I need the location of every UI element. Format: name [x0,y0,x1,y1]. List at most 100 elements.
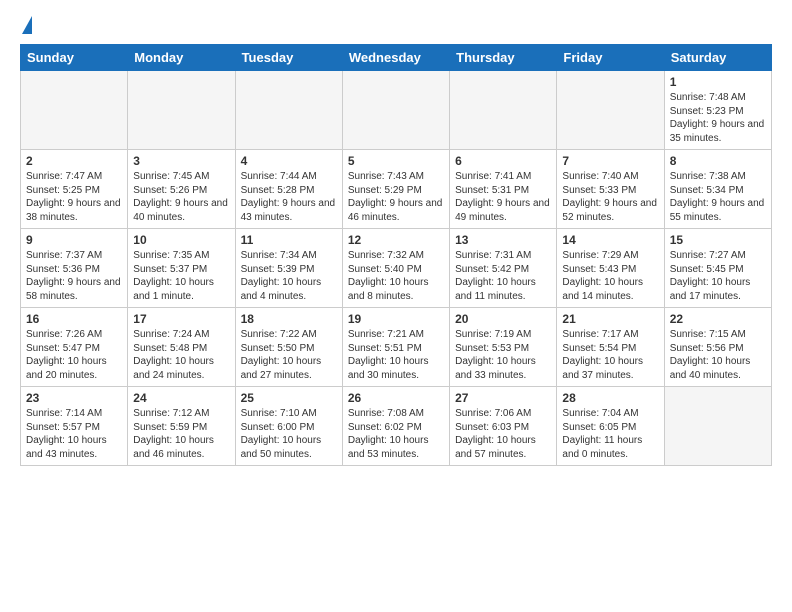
weekday-header-wednesday: Wednesday [342,45,449,71]
day-number: 10 [133,233,229,247]
calendar-cell: 19 Sunrise: 7:21 AM Sunset: 5:51 PM Dayli… [342,308,449,387]
calendar-cell [557,71,664,150]
day-info: Sunrise: 7:08 AM Sunset: 6:02 PM Dayligh… [348,407,444,461]
calendar-cell: 6 Sunrise: 7:41 AM Sunset: 5:31 PM Daylig… [450,150,557,229]
day-info: Sunrise: 7:19 AM Sunset: 5:53 PM Dayligh… [455,328,551,382]
day-info: Sunrise: 7:10 AM Sunset: 6:00 PM Dayligh… [241,407,337,461]
calendar-cell: 16 Sunrise: 7:26 AM Sunset: 5:47 PM Dayli… [21,308,128,387]
day-number: 22 [670,312,766,326]
day-number: 12 [348,233,444,247]
weekday-header-friday: Friday [557,45,664,71]
calendar-cell: 1 Sunrise: 7:48 AM Sunset: 5:23 PM Daylig… [664,71,771,150]
day-number: 25 [241,391,337,405]
day-info: Sunrise: 7:31 AM Sunset: 5:42 PM Dayligh… [455,249,551,303]
day-info: Sunrise: 7:37 AM Sunset: 5:36 PM Dayligh… [26,249,122,303]
calendar-cell: 23 Sunrise: 7:14 AM Sunset: 5:57 PM Dayli… [21,387,128,466]
calendar-cell: 28 Sunrise: 7:04 AM Sunset: 6:05 PM Dayli… [557,387,664,466]
day-info: Sunrise: 7:41 AM Sunset: 5:31 PM Dayligh… [455,170,551,224]
day-info: Sunrise: 7:32 AM Sunset: 5:40 PM Dayligh… [348,249,444,303]
calendar-cell: 3 Sunrise: 7:45 AM Sunset: 5:26 PM Daylig… [128,150,235,229]
logo-triangle-icon [22,16,32,34]
weekday-header-monday: Monday [128,45,235,71]
weekday-header-row: SundayMondayTuesdayWednesdayThursdayFrid… [21,45,772,71]
calendar-cell: 2 Sunrise: 7:47 AM Sunset: 5:25 PM Daylig… [21,150,128,229]
day-number: 28 [562,391,658,405]
day-number: 6 [455,154,551,168]
day-info: Sunrise: 7:22 AM Sunset: 5:50 PM Dayligh… [241,328,337,382]
day-number: 7 [562,154,658,168]
calendar-cell: 15 Sunrise: 7:27 AM Sunset: 5:45 PM Dayli… [664,229,771,308]
day-info: Sunrise: 7:06 AM Sunset: 6:03 PM Dayligh… [455,407,551,461]
day-number: 26 [348,391,444,405]
calendar-cell: 12 Sunrise: 7:32 AM Sunset: 5:40 PM Dayli… [342,229,449,308]
day-info: Sunrise: 7:47 AM Sunset: 5:25 PM Dayligh… [26,170,122,224]
day-info: Sunrise: 7:34 AM Sunset: 5:39 PM Dayligh… [241,249,337,303]
calendar-cell: 17 Sunrise: 7:24 AM Sunset: 5:48 PM Dayli… [128,308,235,387]
day-info: Sunrise: 7:21 AM Sunset: 5:51 PM Dayligh… [348,328,444,382]
day-info: Sunrise: 7:17 AM Sunset: 5:54 PM Dayligh… [562,328,658,382]
calendar-cell: 5 Sunrise: 7:43 AM Sunset: 5:29 PM Daylig… [342,150,449,229]
weekday-header-sunday: Sunday [21,45,128,71]
day-info: Sunrise: 7:43 AM Sunset: 5:29 PM Dayligh… [348,170,444,224]
weekday-header-saturday: Saturday [664,45,771,71]
day-number: 2 [26,154,122,168]
calendar-cell [450,71,557,150]
day-info: Sunrise: 7:44 AM Sunset: 5:28 PM Dayligh… [241,170,337,224]
calendar-cell: 14 Sunrise: 7:29 AM Sunset: 5:43 PM Dayli… [557,229,664,308]
day-number: 21 [562,312,658,326]
calendar-cell [128,71,235,150]
calendar-cell: 26 Sunrise: 7:08 AM Sunset: 6:02 PM Dayli… [342,387,449,466]
day-number: 13 [455,233,551,247]
calendar-week-row-2: 2 Sunrise: 7:47 AM Sunset: 5:25 PM Daylig… [21,150,772,229]
day-number: 15 [670,233,766,247]
day-number: 19 [348,312,444,326]
day-number: 14 [562,233,658,247]
calendar-week-row-4: 16 Sunrise: 7:26 AM Sunset: 5:47 PM Dayli… [21,308,772,387]
calendar-week-row-3: 9 Sunrise: 7:37 AM Sunset: 5:36 PM Daylig… [21,229,772,308]
day-info: Sunrise: 7:29 AM Sunset: 5:43 PM Dayligh… [562,249,658,303]
day-info: Sunrise: 7:35 AM Sunset: 5:37 PM Dayligh… [133,249,229,303]
calendar-cell: 4Sunrise: 7:44 AM Sunset: 5:28 PM Daylig… [235,150,342,229]
day-info: Sunrise: 7:14 AM Sunset: 5:57 PM Dayligh… [26,407,122,461]
day-number: 20 [455,312,551,326]
logo [20,16,32,36]
day-info: Sunrise: 7:38 AM Sunset: 5:34 PM Dayligh… [670,170,766,224]
day-number: 1 [670,75,766,89]
day-info: Sunrise: 7:12 AM Sunset: 5:59 PM Dayligh… [133,407,229,461]
logo-area [20,16,32,36]
day-number: 9 [26,233,122,247]
day-info: Sunrise: 7:24 AM Sunset: 5:48 PM Dayligh… [133,328,229,382]
page: SundayMondayTuesdayWednesdayThursdayFrid… [0,0,792,482]
calendar-cell: 10 Sunrise: 7:35 AM Sunset: 5:37 PM Dayli… [128,229,235,308]
weekday-header-thursday: Thursday [450,45,557,71]
day-number: 23 [26,391,122,405]
calendar-cell: 11 Sunrise: 7:34 AM Sunset: 5:39 PM Dayli… [235,229,342,308]
calendar-cell: 22 Sunrise: 7:15 AM Sunset: 5:56 PM Dayli… [664,308,771,387]
calendar-cell: 27 Sunrise: 7:06 AM Sunset: 6:03 PM Dayli… [450,387,557,466]
day-number: 5 [348,154,444,168]
day-number: 16 [26,312,122,326]
calendar-cell: 8 Sunrise: 7:38 AM Sunset: 5:34 PM Daylig… [664,150,771,229]
calendar-cell [21,71,128,150]
calendar-cell: 25 Sunrise: 7:10 AM Sunset: 6:00 PM Dayli… [235,387,342,466]
calendar-cell [342,71,449,150]
day-info: Sunrise: 7:27 AM Sunset: 5:45 PM Dayligh… [670,249,766,303]
calendar-cell: 9 Sunrise: 7:37 AM Sunset: 5:36 PM Daylig… [21,229,128,308]
day-number: 8 [670,154,766,168]
calendar-cell: 7Sunrise: 7:40 AM Sunset: 5:33 PM Daylig… [557,150,664,229]
day-number: 17 [133,312,229,326]
day-number: 11 [241,233,337,247]
day-number: 18 [241,312,337,326]
day-info: Sunrise: 7:15 AM Sunset: 5:56 PM Dayligh… [670,328,766,382]
day-number: 3 [133,154,229,168]
weekday-header-tuesday: Tuesday [235,45,342,71]
calendar-week-row-5: 23 Sunrise: 7:14 AM Sunset: 5:57 PM Dayli… [21,387,772,466]
calendar-cell: 20 Sunrise: 7:19 AM Sunset: 5:53 PM Dayli… [450,308,557,387]
day-number: 27 [455,391,551,405]
day-info: Sunrise: 7:48 AM Sunset: 5:23 PM Dayligh… [670,91,766,145]
day-info: Sunrise: 7:45 AM Sunset: 5:26 PM Dayligh… [133,170,229,224]
day-info: Sunrise: 7:04 AM Sunset: 6:05 PM Dayligh… [562,407,658,461]
calendar-cell: 24Sunrise: 7:12 AM Sunset: 5:59 PM Dayli… [128,387,235,466]
calendar-cell: 13 Sunrise: 7:31 AM Sunset: 5:42 PM Dayli… [450,229,557,308]
day-info: Sunrise: 7:26 AM Sunset: 5:47 PM Dayligh… [26,328,122,382]
